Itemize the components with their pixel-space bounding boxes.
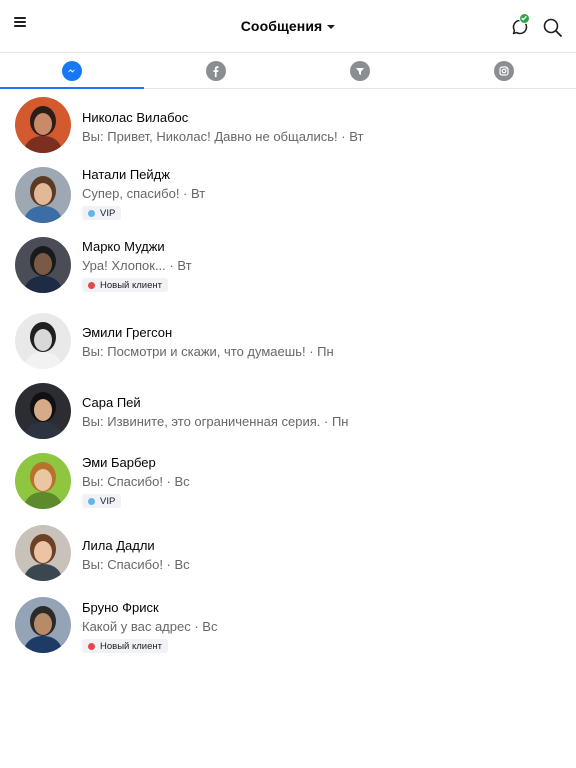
- conversation-info: Сара Пей Вы: Извините, это ограниченная с…: [82, 395, 560, 430]
- message-preview: Какой у вас адрес · Вс: [82, 619, 218, 634]
- page-title: Сообщения: [240, 18, 323, 34]
- tab-facebook[interactable]: [144, 53, 288, 88]
- page-title-dropdown[interactable]: Сообщения: [0, 18, 576, 34]
- tab-messenger[interactable]: [0, 53, 144, 89]
- contact-name: Натали Пейдж: [82, 167, 170, 182]
- contact-name: Марко Муджи: [82, 239, 165, 254]
- message-preview: Супер, спасибо! · Вт: [82, 186, 206, 201]
- avatar: [15, 313, 71, 369]
- message-preview: Вы: Извините, это ограниченная серия. · …: [82, 414, 349, 429]
- contact-label-badge: VIP: [82, 206, 122, 220]
- messenger-icon: [62, 60, 82, 81]
- instagram-icon: [494, 60, 514, 81]
- conversation-row[interactable]: Марко Муджи Ура! Хлопок... · Вт Новый клие…: [0, 237, 576, 297]
- label-dot-icon: [88, 281, 95, 289]
- label-text: VIP: [100, 495, 116, 507]
- contact-name: Эми Барбер: [82, 455, 156, 470]
- label-dot-icon: [88, 642, 95, 650]
- contact-label-badge: Новый клиент: [82, 278, 168, 292]
- conversation-info: Эмили Грегсон Вы: Посмотри и скажи, что д…: [82, 325, 560, 360]
- conversation-info: Натали Пейдж Супер, спасибо! · Вт VIP: [82, 167, 560, 222]
- contact-name: Николас Вилабос: [82, 110, 189, 125]
- conversation-row[interactable]: Лила Дадли Вы: Спасибо! · Вс: [0, 525, 576, 585]
- conversation-row[interactable]: Николас Вилабос Вы: Привет, Николас! Давн…: [0, 97, 576, 157]
- avatar: [15, 597, 71, 653]
- label-dot-icon: [88, 497, 95, 505]
- conversation-info: Эми Барбер Вы: Спасибо! · Вс VIP: [82, 455, 560, 510]
- conversation-row[interactable]: Эмили Грегсон Вы: Посмотри и скажи, что д…: [0, 313, 576, 373]
- contact-label-badge: VIP: [82, 494, 122, 508]
- conversation-row[interactable]: Бруно Фриск Какой у вас адрес · Вс Новый к…: [0, 597, 576, 657]
- avatar: [15, 525, 71, 581]
- caret-down-icon: [327, 25, 336, 29]
- label-dot-icon: [88, 209, 95, 217]
- label-text: Новый клиент: [100, 279, 162, 291]
- channel-tabs: [0, 52, 576, 89]
- chat-status-check-icon[interactable]: [509, 13, 531, 38]
- contact-name: Бруно Фриск: [82, 600, 159, 615]
- filter-icon: [350, 60, 370, 81]
- message-preview: Вы: Посмотри и скажи, что думаешь! · Пн: [82, 344, 334, 359]
- avatar: [15, 97, 71, 153]
- search-icon[interactable]: [542, 17, 564, 39]
- avatar: [15, 167, 71, 223]
- avatar: [15, 453, 71, 509]
- tab-instagram[interactable]: [432, 53, 576, 88]
- label-text: VIP: [100, 207, 116, 219]
- header-bar: Сообщения: [0, 0, 576, 52]
- messages-screen: Сообщения Николас Вилабос Вы: Привет, Ни…: [0, 0, 576, 768]
- check-badge: [519, 13, 530, 24]
- conversation-info: Лила Дадли Вы: Спасибо! · Вс: [82, 538, 560, 573]
- message-preview: Вы: Спасибо! · Вс: [82, 557, 190, 572]
- contact-name: Эмили Грегсон: [82, 325, 173, 340]
- conversation-row[interactable]: Сара Пей Вы: Извините, это ограниченная с…: [0, 383, 576, 443]
- contact-name: Лила Дадли: [82, 538, 155, 553]
- conversation-info: Марко Муджи Ура! Хлопок... · Вт Новый клие…: [82, 239, 560, 294]
- conversation-info: Бруно Фриск Какой у вас адрес · Вс Новый к…: [82, 600, 560, 655]
- label-text: Новый клиент: [100, 640, 162, 652]
- avatar: [15, 237, 71, 293]
- contact-name: Сара Пей: [82, 395, 141, 410]
- tab-filter[interactable]: [288, 53, 432, 88]
- message-preview: Ура! Хлопок... · Вт: [82, 258, 192, 273]
- conversation-row[interactable]: Эми Барбер Вы: Спасибо! · Вс VIP: [0, 453, 576, 513]
- avatar: [15, 383, 71, 439]
- message-preview: Вы: Спасибо! · Вс: [82, 474, 190, 489]
- contact-label-badge: Новый клиент: [82, 639, 168, 653]
- conversation-row[interactable]: Натали Пейдж Супер, спасибо! · Вт VIP: [0, 167, 576, 227]
- facebook-icon: [206, 60, 226, 81]
- message-preview: Вы: Привет, Николас! Давно не общались! …: [82, 129, 364, 144]
- conversation-info: Николас Вилабос Вы: Привет, Николас! Давн…: [82, 110, 560, 145]
